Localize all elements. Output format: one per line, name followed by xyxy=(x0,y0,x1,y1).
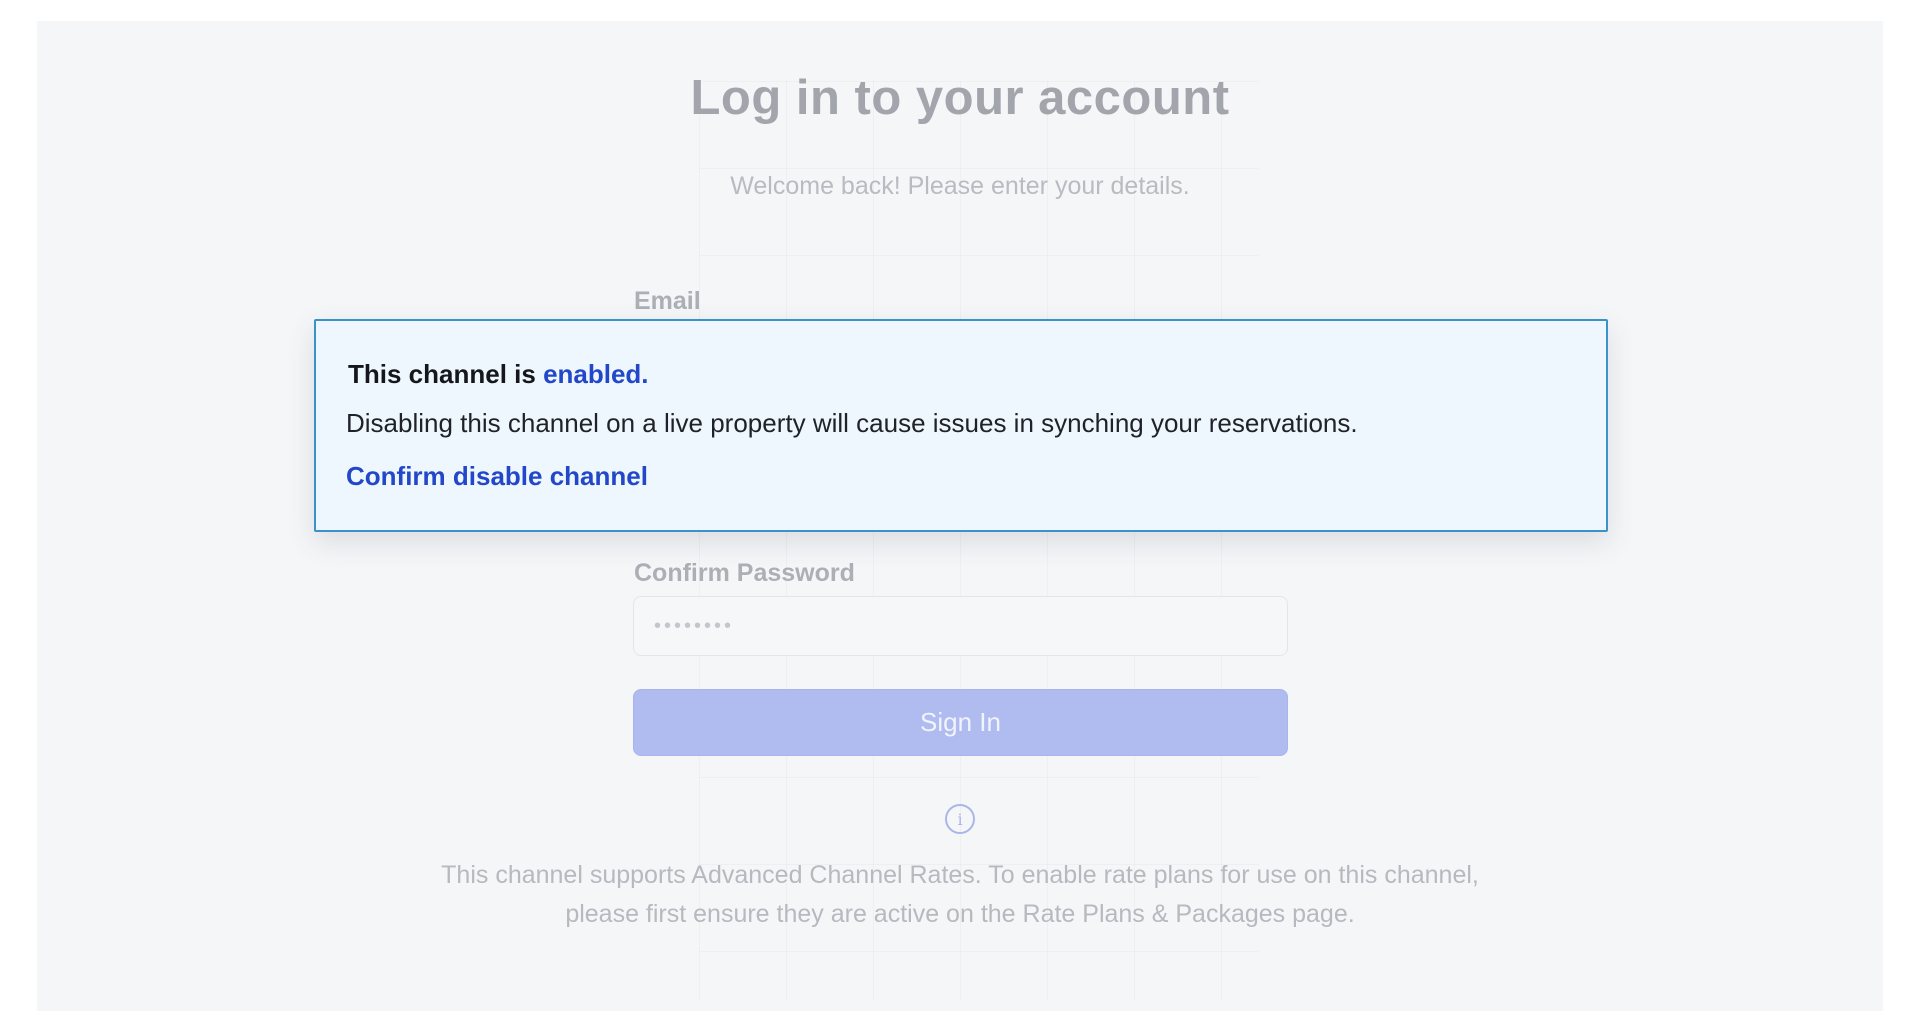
alert-title: This channel is enabled. xyxy=(348,359,649,390)
email-label: Email xyxy=(634,287,701,315)
confirm-password-input[interactable]: •••••••• xyxy=(633,596,1288,656)
sign-in-button[interactable]: Sign In xyxy=(633,689,1288,756)
page-subtitle: Welcome back! Please enter your details. xyxy=(730,172,1190,200)
channel-status-alert: This channel is enabled. Disabling this … xyxy=(314,319,1608,532)
alert-title-prefix: This channel is xyxy=(348,359,544,389)
page-title: Log in to your account xyxy=(690,71,1230,125)
confirm-password-label: Confirm Password xyxy=(634,559,855,587)
info-icon: i xyxy=(945,804,975,834)
alert-message: Disabling this channel on a live propert… xyxy=(346,408,1358,438)
advanced-channel-rates-info-text: This channel supports Advanced Channel R… xyxy=(441,861,1479,928)
confirm-disable-channel-link[interactable]: Confirm disable channel xyxy=(346,461,648,492)
channel-status-text: enabled. xyxy=(543,359,649,389)
confirm-password-masked-value: •••••••• xyxy=(654,614,735,637)
